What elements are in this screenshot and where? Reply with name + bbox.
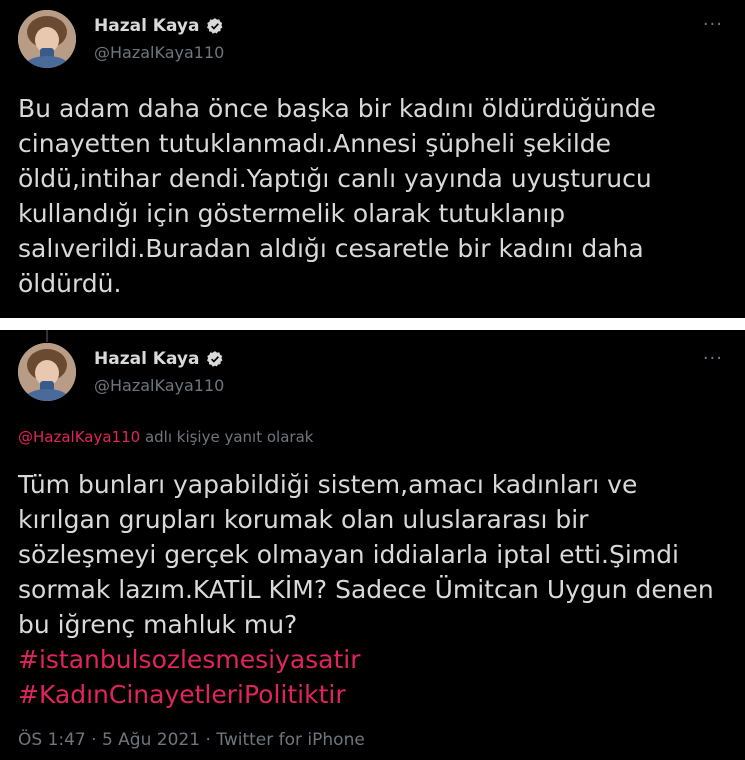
tweet-text: Bu adam daha önce başka bir kadını öldür… xyxy=(18,94,657,298)
author-handle[interactable]: @HazalKaya110 xyxy=(94,43,224,62)
hashtag-link[interactable]: #istanbulsozlesmesiyasatir xyxy=(18,645,361,674)
author-name[interactable]: Hazal Kaya xyxy=(94,16,200,36)
thread-connector-line xyxy=(46,330,48,342)
author-name[interactable]: Hazal Kaya xyxy=(94,349,200,369)
author-name-row[interactable]: Hazal Kaya xyxy=(94,349,224,369)
verified-badge-icon xyxy=(206,18,222,34)
tweet-text: Tüm bunları yapabildiği sistem,amacı kad… xyxy=(18,470,714,639)
reply-context: @HazalKaya110 adlı kişiye yanıt olarak xyxy=(18,428,313,446)
author-handle[interactable]: @HazalKaya110 xyxy=(94,376,224,395)
hashtag-link[interactable]: #KadınCinayetleriPolitiktir xyxy=(18,680,346,709)
reply-mention-link[interactable]: @HazalKaya110 xyxy=(18,428,140,446)
verified-badge-icon xyxy=(206,351,222,367)
avatar[interactable] xyxy=(18,10,76,68)
tweet-timestamp[interactable]: ÖS 1:47 · 5 Ağu 2021 · Twitter for iPhon… xyxy=(18,730,365,750)
tweet-card-2: Hazal Kaya @HazalKaya110 ··· @HazalKaya1… xyxy=(0,330,745,760)
tweet-card-1: Hazal Kaya @HazalKaya110 ··· Bu adam dah… xyxy=(0,0,745,318)
more-options-icon[interactable]: ··· xyxy=(703,14,723,35)
author-name-row[interactable]: Hazal Kaya xyxy=(94,16,224,36)
more-options-icon[interactable]: ··· xyxy=(703,348,723,369)
reply-context-label: adlı kişiye yanıt olarak xyxy=(140,428,314,446)
avatar[interactable] xyxy=(18,343,76,401)
